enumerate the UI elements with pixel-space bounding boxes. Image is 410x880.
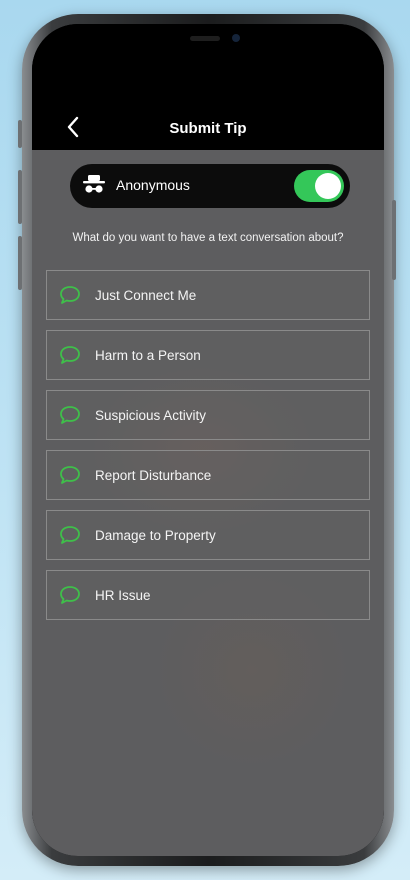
silent-switch bbox=[18, 120, 22, 148]
incognito-icon bbox=[83, 175, 105, 193]
phone-screen: Submit Tip Anonymous What do you want to… bbox=[32, 24, 384, 856]
front-camera bbox=[232, 34, 240, 42]
option-just-connect-me[interactable]: Just Connect Me bbox=[46, 270, 370, 320]
option-report-disturbance[interactable]: Report Disturbance bbox=[46, 450, 370, 500]
chat-bubble-icon bbox=[60, 406, 80, 424]
chat-bubble-icon bbox=[60, 346, 80, 364]
option-damage-to-property[interactable]: Damage to Property bbox=[46, 510, 370, 560]
anonymous-toggle[interactable] bbox=[294, 170, 344, 202]
option-label: Suspicious Activity bbox=[95, 408, 207, 423]
option-label: HR Issue bbox=[95, 588, 151, 603]
speaker-grille bbox=[190, 36, 220, 41]
content-area: Anonymous What do you want to have a tex… bbox=[32, 150, 384, 856]
volume-down-button bbox=[18, 236, 22, 290]
notch bbox=[150, 24, 266, 54]
option-harm-to-a-person[interactable]: Harm to a Person bbox=[46, 330, 370, 380]
option-label: Harm to a Person bbox=[95, 348, 201, 363]
option-label: Report Disturbance bbox=[95, 468, 212, 483]
topic-options-list: Just Connect Me Harm to a Person Suspici… bbox=[46, 270, 370, 630]
chat-bubble-icon bbox=[60, 466, 80, 484]
option-label: Damage to Property bbox=[95, 528, 216, 543]
conversation-prompt: What do you want to have a text conversa… bbox=[72, 232, 344, 244]
page-title: Submit Tip bbox=[169, 120, 247, 137]
power-button bbox=[392, 200, 396, 280]
volume-up-button bbox=[18, 170, 22, 224]
option-label: Just Connect Me bbox=[95, 288, 197, 303]
chat-bubble-icon bbox=[60, 286, 80, 304]
toggle-knob bbox=[315, 173, 341, 199]
option-hr-issue[interactable]: HR Issue bbox=[46, 570, 370, 620]
chat-bubble-icon bbox=[60, 526, 80, 544]
anonymous-label: Anonymous bbox=[116, 177, 190, 193]
option-suspicious-activity[interactable]: Suspicious Activity bbox=[46, 390, 370, 440]
anonymous-row: Anonymous bbox=[70, 164, 350, 208]
chat-bubble-icon bbox=[60, 586, 80, 604]
